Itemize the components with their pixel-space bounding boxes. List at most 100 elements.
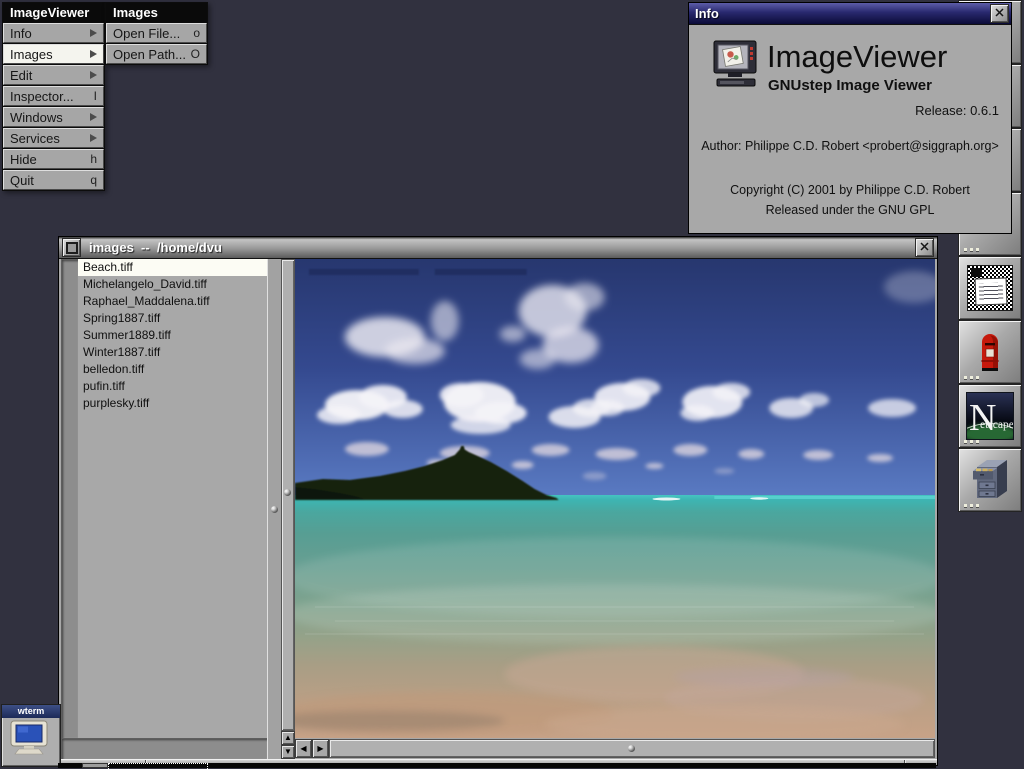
menu-item-label: Edit: [10, 68, 32, 83]
vertical-scrollbar-knob[interactable]: [281, 259, 295, 731]
file-list-item[interactable]: Raphael_Maddalena.tiff: [78, 293, 267, 310]
menu-item-services[interactable]: Services: [3, 128, 104, 148]
submenu-arrow-icon: [90, 71, 97, 79]
close-icon: [919, 239, 930, 257]
menu-item-shortcut: O: [191, 47, 200, 61]
menu-item-label: Hide: [10, 152, 37, 167]
license-label: Released under the GNU GPL: [689, 203, 1011, 217]
close-button[interactable]: [915, 238, 934, 257]
mail-compose-icon: [967, 265, 1013, 311]
miniaturize-button[interactable]: [62, 238, 81, 257]
arrow-right-icon: ▶: [317, 745, 323, 753]
author-label: Author: Philippe C.D. Robert <probert@si…: [689, 139, 1011, 153]
file-list-item[interactable]: Spring1887.tiff: [78, 310, 267, 327]
release-label: Release: 0.6.1: [915, 103, 999, 118]
file-list-item[interactable]: Michelangelo_David.tiff: [78, 276, 267, 293]
arrow-down-icon: ▼: [284, 748, 292, 756]
menu-item-open-file[interactable]: Open File... o: [106, 23, 207, 43]
menu-item-label: Quit: [10, 173, 34, 188]
image-vertical-scrollbar: ▲ ▼: [281, 259, 295, 759]
netscape-letter: N: [969, 397, 996, 439]
arrow-left-icon: ◀: [300, 745, 306, 753]
app-name: ImageViewer: [767, 39, 947, 75]
viewer-window: images -- /home/dvu Beach.tiff Michelang…: [58, 236, 938, 766]
wterm-miniwindow[interactable]: wterm: [1, 704, 61, 767]
scroll-right-button[interactable]: ▶: [312, 739, 329, 758]
running-indicator: [964, 440, 979, 443]
menu-item-windows[interactable]: Windows: [3, 107, 104, 127]
miniaturize-icon: [66, 242, 78, 254]
menu-item-label: Open Path...: [113, 47, 186, 62]
running-indicator: [964, 504, 979, 507]
menu-item-label: Windows: [10, 110, 63, 125]
submenu-arrow-icon: [90, 50, 97, 58]
file-list-item[interactable]: belledon.tiff: [78, 361, 267, 378]
menu-item-info[interactable]: Info: [3, 23, 104, 43]
dock-tile-filemanager[interactable]: [958, 448, 1022, 512]
miniwindow-title: wterm: [2, 705, 60, 718]
horizontal-scrollbar-knob[interactable]: [329, 739, 935, 758]
image-horizontal-scrollbar: ◀ ▶: [295, 738, 935, 759]
viewer-window-title: images -- /home/dvu: [83, 240, 228, 255]
menu-item-label: Images: [10, 47, 53, 62]
menu-item-quit[interactable]: Quit q: [3, 170, 104, 190]
postbox-icon: [970, 327, 1010, 378]
terminal-monitor-icon: [9, 718, 53, 765]
menu-item-inspector[interactable]: Inspector... I: [3, 86, 104, 106]
app-icon: [711, 39, 761, 98]
close-icon: [994, 5, 1005, 23]
menu-item-label: Open File...: [113, 26, 180, 41]
menu-item-shortcut: I: [94, 89, 97, 103]
file-list: Beach.tiff Michelangelo_David.tiff Rapha…: [78, 259, 268, 738]
imageviewer-menu: ImageViewer Info Images Edit Inspector..…: [2, 2, 105, 191]
info-window-title: Info: [689, 6, 725, 21]
list-horizontal-scrollbar[interactable]: [61, 738, 269, 761]
knob-dimple-icon: [284, 489, 291, 496]
knob-dimple-icon: [628, 745, 635, 752]
app-subtitle: GNUstep Image Viewer: [768, 77, 932, 94]
menu-item-label: Services: [10, 131, 60, 146]
dock-tile-netscape[interactable]: N etscape: [958, 384, 1022, 448]
menu-item-shortcut: h: [90, 152, 97, 166]
submenu-arrow-icon: [90, 134, 97, 142]
netscape-icon: N etscape: [966, 392, 1014, 440]
menu-item-hide[interactable]: Hide h: [3, 149, 104, 169]
menu-item-images[interactable]: Images: [3, 44, 104, 64]
menu-item-label: Info: [10, 26, 32, 41]
submenu-arrow-icon: [90, 29, 97, 37]
menu-item-shortcut: q: [90, 173, 97, 187]
info-window-titlebar[interactable]: Info: [689, 3, 1011, 25]
file-list-item[interactable]: Winter1887.tiff: [78, 344, 267, 361]
viewer-window-titlebar[interactable]: images -- /home/dvu: [59, 237, 937, 259]
images-submenu: Images Open File... o Open Path... O: [105, 2, 208, 65]
dock-tile-postbox[interactable]: [958, 320, 1022, 384]
menu-item-open-path[interactable]: Open Path... O: [106, 44, 207, 64]
copyright-label: Copyright (C) 2001 by Philippe C.D. Robe…: [689, 183, 1011, 197]
menu-item-edit[interactable]: Edit: [3, 65, 104, 85]
image-view-beach-photo: [295, 259, 935, 738]
file-cabinet-icon: [967, 455, 1013, 506]
menu-item-shortcut: o: [193, 26, 200, 40]
images-submenu-title[interactable]: Images: [106, 3, 207, 22]
scroll-down-button[interactable]: ▼: [281, 745, 295, 759]
selection-dots: [108, 763, 208, 769]
running-indicator: [964, 248, 979, 251]
netscape-label: etscape: [980, 419, 1013, 431]
file-list-item-selected[interactable]: Beach.tiff: [78, 259, 267, 276]
dock-tile-mail[interactable]: [958, 256, 1022, 320]
scroll-up-button[interactable]: ▲: [281, 731, 295, 745]
file-list-item[interactable]: purplesky.tiff: [78, 395, 267, 412]
scroll-left-button[interactable]: ◀: [295, 739, 312, 758]
imageviewer-menu-title[interactable]: ImageViewer: [3, 3, 104, 22]
hidden-window-edge: [58, 763, 936, 768]
submenu-arrow-icon: [90, 113, 97, 121]
file-list-item[interactable]: Summer1889.tiff: [78, 327, 267, 344]
file-list-item[interactable]: pufin.tiff: [78, 378, 267, 395]
running-indicator: [964, 376, 979, 379]
arrow-up-icon: ▲: [284, 734, 292, 742]
hidden-window-chip: [82, 763, 108, 768]
close-button[interactable]: [990, 4, 1009, 23]
divider-dimple-icon: [271, 506, 278, 513]
menu-item-label: Inspector...: [10, 89, 74, 104]
info-window: Info ImageViewer GNUstep Image Viewer Re…: [688, 2, 1012, 234]
